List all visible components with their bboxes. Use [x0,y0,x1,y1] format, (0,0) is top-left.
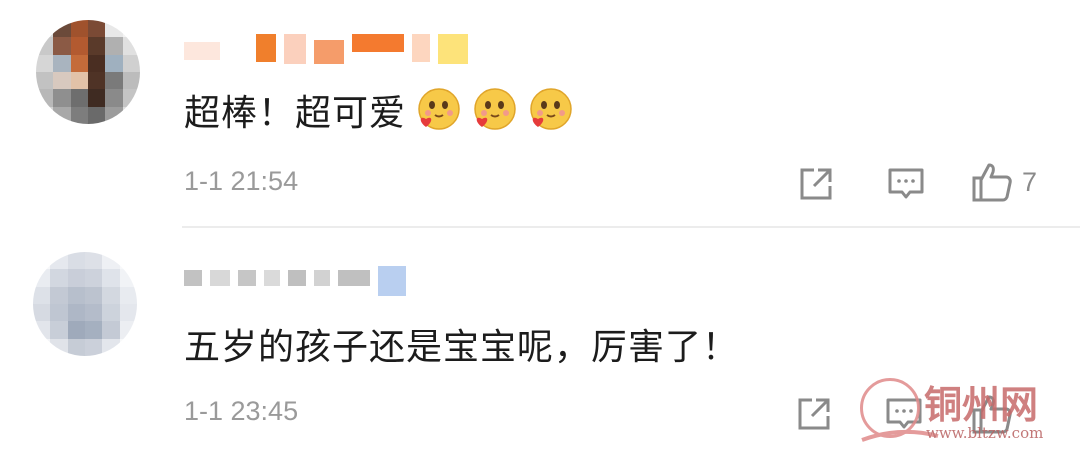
comment-item: 超棒！超可爱 1-1 21:54 7 [0,0,1080,226]
heart-smile-emoji-icon [470,87,518,135]
comment-text-content: 超棒！超可爱 [184,93,407,134]
heart-smile-emoji-icon [414,87,462,135]
share-button[interactable] [796,164,836,204]
username-blurred[interactable] [184,266,406,296]
comment-timestamp: 1-1 23:45 [184,396,299,426]
site-watermark: 铜州网 www.bltzw.com [860,378,1070,446]
like-button[interactable]: 7 [970,160,1037,204]
watermark-brand: 铜州网 [924,382,1039,427]
share-icon [798,398,830,430]
avatar[interactable] [36,20,140,124]
like-count: 7 [1022,166,1038,197]
comment-text: 超棒！超可爱 [184,84,574,139]
avatar[interactable] [33,252,137,356]
heart-smile-emoji-icon [526,87,574,135]
share-icon [800,168,832,200]
comment-timestamp: 1-1 21:54 [184,166,299,196]
share-button[interactable] [794,394,834,434]
watermark-url: www.bltzw.com [926,424,1044,442]
comment-icon [888,168,924,199]
comment-text: 五岁的孩子还是宝宝呢，厉害了！ [184,327,740,368]
reply-button[interactable] [886,164,926,204]
thumbs-up-icon [972,163,1012,202]
username-blurred[interactable] [184,34,468,64]
